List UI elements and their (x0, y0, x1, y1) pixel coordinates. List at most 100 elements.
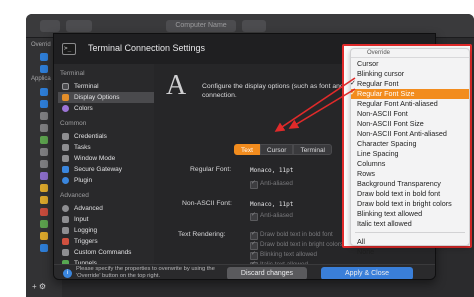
regular-font-value[interactable]: Monaco, 11pt (250, 167, 293, 174)
folder-icon[interactable] (40, 100, 48, 108)
globe-icon[interactable] (40, 136, 48, 144)
menu-item[interactable]: Character Spacing (351, 139, 469, 149)
nav-item-window-mode[interactable]: Window Mode (58, 153, 154, 164)
nav-item-custom-commands[interactable]: Custom Commands (58, 247, 154, 258)
document-icon (62, 227, 69, 234)
nav-item-secure-gateway[interactable]: Secure Gateway (58, 164, 154, 175)
plugin-icon (62, 177, 69, 184)
menu-item[interactable]: Italic text allowed (351, 219, 469, 229)
menu-item[interactable]: Blinking text allowed (351, 209, 469, 219)
terminal-icon[interactable] (40, 208, 48, 216)
nav-item-advanced[interactable]: Advanced (58, 203, 154, 214)
shield-icon[interactable] (40, 196, 48, 204)
folder-icon[interactable] (40, 65, 48, 73)
nav-item-label: Logging (74, 227, 98, 234)
discard-changes-button[interactable]: Discard changes (227, 267, 307, 279)
nav-item-label: Plugin (74, 177, 93, 184)
network-icon[interactable] (40, 172, 48, 180)
toolbar-button[interactable] (40, 20, 60, 32)
nav-item-label: Triggers (74, 238, 98, 245)
nav-item-label: Window Mode (74, 155, 116, 162)
display-tabs: Text Cursor Terminal (234, 144, 332, 155)
nav-item-tasks[interactable]: Tasks (58, 142, 154, 153)
toolbar-button[interactable] (242, 20, 266, 32)
gear-icon[interactable] (40, 148, 48, 156)
menu-item-all[interactable]: All (351, 237, 469, 247)
menu-item[interactable]: Non-ASCII Font Size (351, 119, 469, 129)
non-ascii-font-value[interactable]: Monaco, 11pt (250, 201, 293, 208)
tasks-icon (62, 144, 69, 151)
text-rendering-label: Text Rendering: (178, 231, 226, 238)
tab-text[interactable]: Text (234, 144, 260, 155)
footer-note: Please specify the properties to overwri… (76, 266, 215, 279)
menu-item[interactable]: Line Spacing (351, 149, 469, 159)
menu-item[interactable]: Cursor (351, 59, 469, 69)
command-icon (62, 249, 69, 256)
menu-item[interactable]: Non-ASCII Font Anti-aliased (351, 129, 469, 139)
menu-item[interactable]: Non-ASCII Font (351, 109, 469, 119)
menu-item[interactable]: Regular Font Size (350, 89, 469, 99)
menu-item[interactable]: Background Transparency (351, 179, 469, 189)
menu-item[interactable]: Draw bold text in bold font (351, 189, 469, 199)
folder-icon[interactable] (40, 88, 48, 96)
nav-item-triggers[interactable]: Triggers (58, 236, 154, 247)
menu-item[interactable]: Rows (351, 169, 469, 179)
nav-item-label: Advanced (74, 205, 103, 212)
menu-item[interactable]: Draw bold text in bright colors (351, 199, 469, 209)
regular-font-anti-aliased-checkbox[interactable]: Anti-aliased (250, 179, 293, 189)
menu-item[interactable]: Regular Font (350, 79, 469, 89)
folder-icon[interactable] (40, 244, 48, 252)
nav-item-label: Secure Gateway (74, 166, 123, 173)
tab-cursor[interactable]: Cursor (259, 144, 294, 155)
nav-item-plugin[interactable]: Plugin (58, 175, 154, 186)
bold-font-checkbox[interactable]: Draw bold text in bold font (250, 230, 333, 240)
regular-font-label: Regular Font: (190, 166, 232, 173)
star-icon[interactable] (40, 232, 48, 240)
nav-item-label: Input (74, 216, 89, 223)
override-menu-highlight: Override CursorBlinking cursorRegular Fo… (342, 44, 472, 256)
font-icon (62, 94, 69, 101)
folder-icon[interactable] (40, 53, 48, 61)
nav-item-label: Display Options (74, 94, 120, 101)
globe-icon[interactable] (40, 220, 48, 228)
nav-item-label: Terminal (74, 83, 99, 90)
non-ascii-font-label: Non-ASCII Font: (182, 200, 232, 207)
nav-item-logging[interactable]: Logging (58, 225, 154, 236)
sidebar-group-label: Applica (31, 76, 51, 82)
nav-section-terminal: Terminal (60, 70, 85, 77)
nav-item-terminal[interactable]: Terminal (58, 81, 154, 92)
toolbar-button[interactable] (66, 20, 92, 32)
window-icon (62, 155, 69, 162)
sheet-title: Terminal Connection Settings (88, 43, 206, 53)
screenshot-stage: Computer Name Overrid Applica + ⚙ >_ Ter… (0, 0, 474, 297)
monitor-icon[interactable] (40, 160, 48, 168)
tab-terminal[interactable]: Terminal (293, 144, 332, 155)
terminal-icon (62, 83, 69, 90)
sheet-footer: i Please specify the properties to overw… (54, 264, 435, 279)
menu-item[interactable]: Columns (351, 159, 469, 169)
bold-bright-checkbox[interactable]: Draw bold text in bright colors (250, 240, 343, 250)
apply-close-button[interactable]: Apply & Close (321, 267, 413, 279)
nav-item-credentials[interactable]: Credentials (58, 131, 154, 142)
terminal-icon[interactable] (40, 124, 48, 132)
key-icon (62, 133, 69, 140)
nav-item-colors[interactable]: Colors (58, 103, 154, 114)
color-palette-icon (62, 105, 69, 112)
override-button[interactable]: Override (351, 49, 469, 58)
nav-section-advanced: Advanced (60, 192, 89, 199)
nav-item-input[interactable]: Input (58, 214, 154, 225)
key-icon[interactable] (40, 184, 48, 192)
non-ascii-anti-aliased-checkbox[interactable]: Anti-aliased (250, 211, 293, 221)
blinking-text-checkbox[interactable]: Blinking text allowed (250, 250, 317, 260)
nav-item-display-options[interactable]: Display Options (58, 92, 154, 103)
terminal-icon[interactable] (40, 112, 48, 120)
menu-item[interactable]: Blinking cursor (351, 69, 469, 79)
menu-item[interactable]: Regular Font Anti-aliased (351, 99, 469, 109)
nav-section-common: Common (60, 120, 87, 127)
menu-item-none[interactable]: None (351, 247, 469, 257)
lightning-icon (62, 238, 69, 245)
sidebar-group-label: Overrid (31, 42, 51, 48)
keyboard-icon (62, 216, 69, 223)
toolbar-search-field[interactable]: Computer Name (166, 20, 236, 32)
override-menu: Override CursorBlinking cursorRegular Fo… (350, 48, 470, 256)
